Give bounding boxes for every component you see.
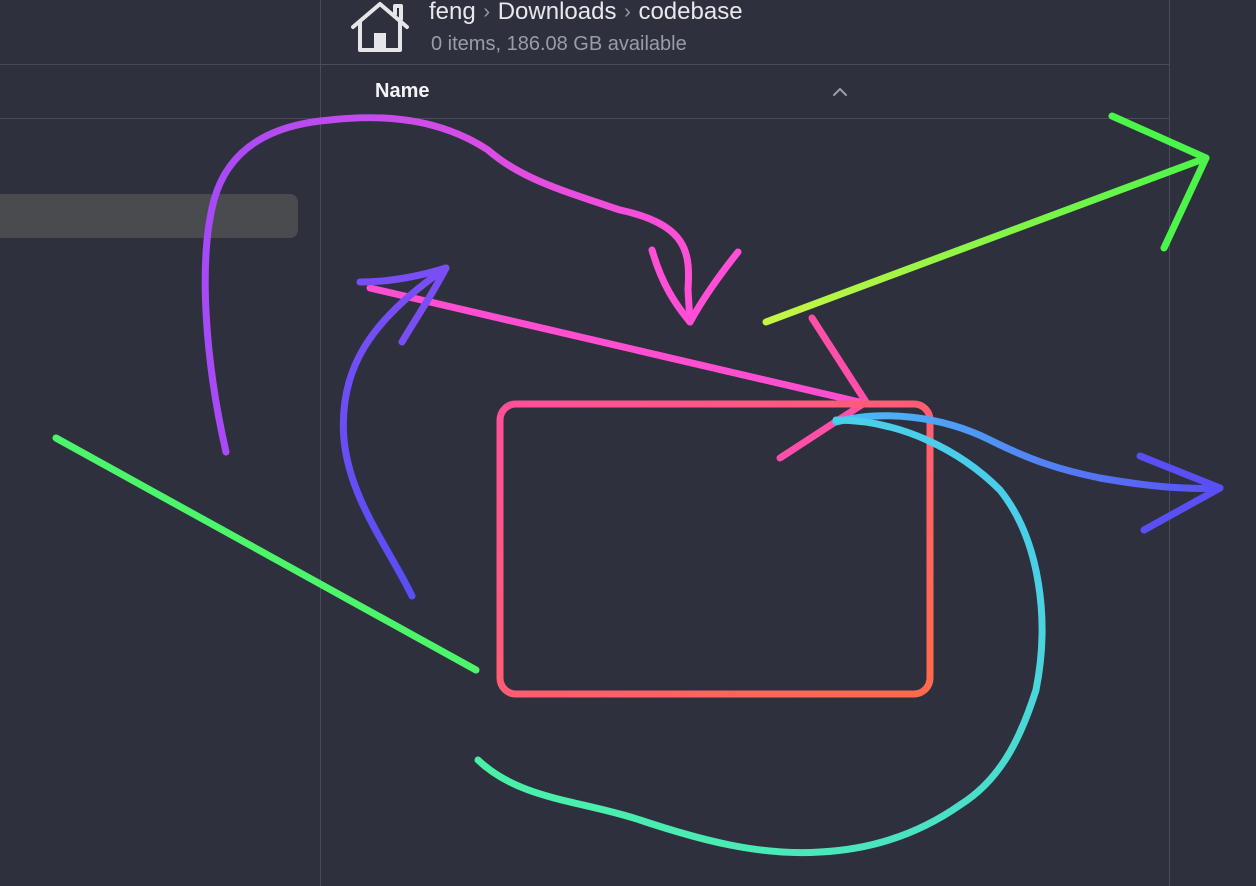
chevron-up-icon[interactable] [831, 85, 849, 99]
main-panel: feng › Downloads › codebase 0 items, 186… [321, 0, 1169, 886]
breadcrumb: feng › Downloads › codebase [429, 0, 743, 26]
right-pane [1169, 0, 1256, 886]
breadcrumb-item-feng[interactable]: feng [429, 0, 476, 26]
file-list-empty-area[interactable] [321, 119, 1169, 886]
sidebar-divider [0, 118, 320, 119]
column-name-header[interactable]: Name [375, 80, 429, 103]
sidebar-divider [0, 64, 320, 65]
breadcrumb-item-codebase[interactable]: codebase [638, 0, 742, 26]
home-icon[interactable] [349, 0, 411, 54]
breadcrumb-separator: › [624, 0, 631, 23]
folder-status: 0 items, 186.08 GB available [431, 33, 687, 55]
sidebar-selected-item[interactable] [0, 194, 298, 238]
list-column-header: Name [321, 65, 1169, 119]
sidebar [0, 0, 321, 886]
breadcrumb-separator: › [483, 0, 491, 23]
path-header: feng › Downloads › codebase 0 items, 186… [321, 0, 1169, 65]
finder-window: feng › Downloads › codebase 0 items, 186… [0, 0, 1256, 886]
breadcrumb-item-downloads[interactable]: Downloads [498, 0, 617, 26]
